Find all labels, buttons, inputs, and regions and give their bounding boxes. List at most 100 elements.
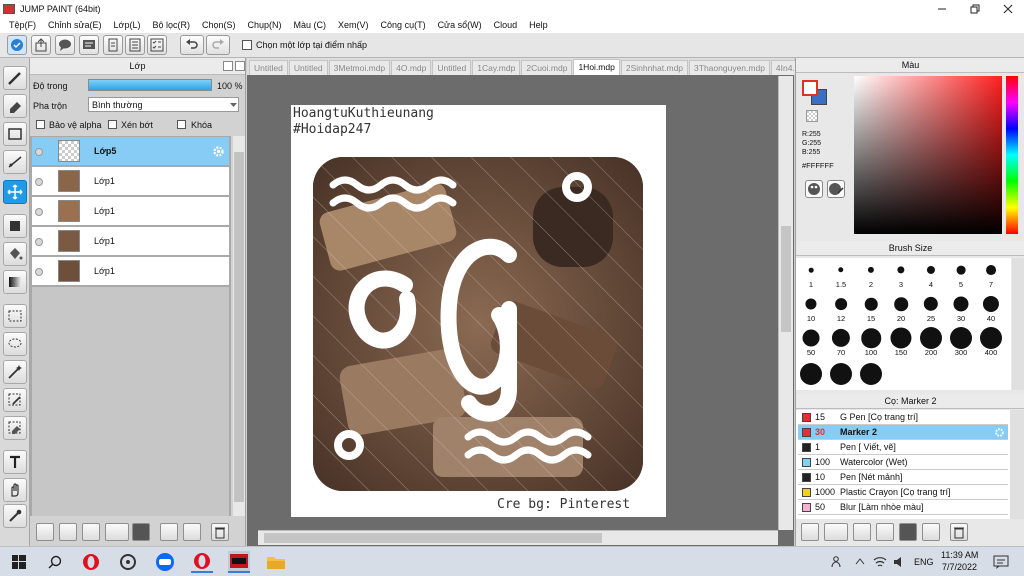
volume-icon[interactable] xyxy=(893,555,907,569)
close-button[interactable] xyxy=(991,0,1024,17)
clipping-checkbox[interactable] xyxy=(108,120,117,129)
menu-view[interactable]: Xem(V) xyxy=(332,20,375,30)
menu-capture[interactable]: Chụp(N) xyxy=(242,20,288,30)
color-set-button[interactable] xyxy=(827,180,845,198)
brush-size-option[interactable]: 40 xyxy=(976,292,1006,324)
new-folder-button[interactable] xyxy=(132,523,150,541)
checklist-button[interactable] xyxy=(147,35,167,55)
add-layer-menu-button[interactable] xyxy=(105,523,129,541)
tool-settings-button[interactable] xyxy=(853,523,871,541)
tool-list-scrollbar[interactable] xyxy=(1010,410,1024,519)
layer-panel-popout-icon[interactable] xyxy=(223,61,233,71)
input-language-indicator[interactable]: ENG xyxy=(914,557,934,567)
tab-4o[interactable]: 4O.mdp xyxy=(391,60,432,75)
menu-layer[interactable]: Lớp(L) xyxy=(108,20,147,30)
tool-list-item[interactable]: 10 Pen [Nét mảnh] xyxy=(798,470,1008,485)
hand-tool[interactable] xyxy=(3,478,27,502)
brush-size-option[interactable] xyxy=(856,360,886,392)
browser-taskbar-button[interactable] xyxy=(117,551,139,573)
tool-settings-gear-icon[interactable] xyxy=(994,427,1005,438)
visibility-icon[interactable] xyxy=(35,178,43,186)
rect-select-tool[interactable] xyxy=(3,304,27,328)
chevron-up-icon[interactable] xyxy=(855,557,865,565)
file-explorer-taskbar-button[interactable] xyxy=(265,551,287,573)
opera-active-taskbar-button[interactable] xyxy=(191,551,213,573)
tool-list-item[interactable]: 1000 Plastic Crayon [Cọ trang trí] xyxy=(798,485,1008,500)
opacity-slider[interactable] xyxy=(88,79,212,91)
tool-add-button[interactable] xyxy=(801,523,819,541)
canvas-vertical-scrollbar[interactable] xyxy=(778,76,793,530)
brush-size-option[interactable]: 10 xyxy=(796,292,826,324)
brush-size-option[interactable]: 20 xyxy=(886,292,916,324)
tool-list-item[interactable]: 15 G Pen [Cọ trang trí] xyxy=(798,410,1008,425)
tab-untitled-1[interactable]: Untitled xyxy=(249,60,288,75)
brush-size-option[interactable]: 1.5 xyxy=(826,258,856,290)
rectangle-tool[interactable] xyxy=(3,122,27,146)
tool-copy-button[interactable] xyxy=(876,523,894,541)
layer-list-scrollbar[interactable] xyxy=(233,136,245,516)
visibility-icon[interactable] xyxy=(35,148,43,156)
tab-2cuoi[interactable]: 2Cuoi.mdp xyxy=(521,60,573,75)
menu-help[interactable]: Help xyxy=(523,20,554,30)
undo-button[interactable] xyxy=(180,35,204,55)
brush-tool[interactable] xyxy=(3,66,27,90)
start-button[interactable] xyxy=(8,551,30,573)
layer-list-scroll-thumb[interactable] xyxy=(234,152,244,502)
brush-size-option[interactable]: 50 xyxy=(796,326,826,358)
blend-mode-select[interactable]: Bình thường xyxy=(88,97,239,112)
brush-size-option[interactable] xyxy=(796,360,826,392)
restore-button[interactable] xyxy=(958,0,991,17)
clock-time[interactable]: 11:39 AM xyxy=(941,550,978,560)
canvas-horizontal-scroll-thumb[interactable] xyxy=(264,533,602,543)
tool-folder-button[interactable] xyxy=(899,523,917,541)
brush-size-option[interactable]: 150 xyxy=(886,326,916,358)
notification-icon[interactable] xyxy=(993,554,1009,570)
export-button[interactable] xyxy=(31,35,51,55)
eyedropper-tool[interactable] xyxy=(3,504,27,528)
canvas-horizontal-scrollbar[interactable] xyxy=(258,530,778,545)
select-pen-tool[interactable] xyxy=(3,388,27,412)
page-button[interactable] xyxy=(103,35,123,55)
bucket-tool[interactable] xyxy=(3,242,27,266)
hue-slider[interactable] xyxy=(1006,76,1018,234)
canvas-vertical-scroll-thumb[interactable] xyxy=(781,226,791,332)
new-layer-8bit-button[interactable] xyxy=(59,523,77,541)
tool-list-item[interactable]: 1 Pen [ Viết, vẽ] xyxy=(798,440,1008,455)
layer-panel-close-icon[interactable] xyxy=(235,61,245,71)
wifi-icon[interactable] xyxy=(873,555,887,569)
minimize-button[interactable] xyxy=(925,0,958,17)
brush-size-option[interactable]: 12 xyxy=(826,292,856,324)
brush-size-option[interactable]: 70 xyxy=(826,326,856,358)
brush-size-option[interactable]: 2 xyxy=(856,258,886,290)
tab-3metmoi[interactable]: 3Metmoi.mdp xyxy=(328,60,391,75)
select-layer-on-click-checkbox[interactable] xyxy=(242,40,252,50)
fill-rect-tool[interactable] xyxy=(3,214,27,238)
new-layer-button[interactable] xyxy=(36,523,54,541)
select-eraser-tool[interactable] xyxy=(3,416,27,440)
lasso-tool[interactable] xyxy=(3,332,27,356)
cloud-check-button[interactable] xyxy=(7,35,27,55)
comment-button[interactable] xyxy=(55,35,75,55)
tool-menu-button[interactable] xyxy=(824,523,848,541)
line-tool[interactable] xyxy=(3,150,27,174)
brush-size-option[interactable]: 400 xyxy=(976,326,1006,358)
layer-row[interactable]: Lớp1 xyxy=(32,257,229,286)
opera-taskbar-button[interactable] xyxy=(80,551,102,573)
tool-list-item[interactable]: 100 Watercolor (Wet) xyxy=(798,455,1008,470)
menu-color[interactable]: Màu (C) xyxy=(288,20,333,30)
brush-size-option[interactable]: 200 xyxy=(916,326,946,358)
menu-tools[interactable]: Công cụ(T) xyxy=(375,20,432,30)
text-tool[interactable] xyxy=(3,450,27,474)
message-button[interactable] xyxy=(79,35,99,55)
delete-layer-button[interactable] xyxy=(211,523,229,541)
brush-size-option[interactable]: 4 xyxy=(916,258,946,290)
menu-window[interactable]: Cửa sổ(W) xyxy=(432,20,488,30)
list-button[interactable] xyxy=(125,35,145,55)
menu-file[interactable]: Tệp(F) xyxy=(3,20,42,30)
redo-button[interactable] xyxy=(206,35,230,55)
menu-edit[interactable]: Chỉnh sửa(E) xyxy=(42,20,108,30)
brush-size-option[interactable]: 1 xyxy=(796,258,826,290)
tab-untitled-3[interactable]: Untitled xyxy=(432,60,472,75)
brush-size-option[interactable]: 30 xyxy=(946,292,976,324)
tab-3thaonguyen[interactable]: 3Thaonguyen.mdp xyxy=(689,60,770,75)
